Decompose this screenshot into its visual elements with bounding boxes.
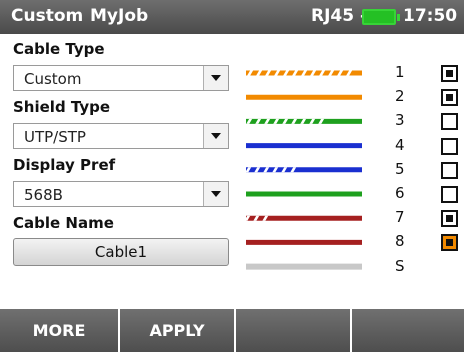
wire-number-2: 2: [395, 87, 405, 106]
wire-number-6: 6: [395, 184, 405, 202]
dropdown-button[interactable]: [203, 182, 228, 206]
wire-checkbox-8[interactable]: [441, 234, 458, 252]
display-pref-value: 568B: [24, 186, 63, 204]
shield-type-label: Shield Type: [13, 98, 111, 116]
cable-name-label: Cable Name: [13, 214, 114, 232]
wire-number-4: 4: [395, 135, 405, 154]
clock: 17:50: [403, 6, 458, 26]
cable-type-value: Custom: [24, 70, 82, 88]
wire-checkbox-2[interactable]: [441, 89, 458, 107]
connector-label: RJ45 -: [311, 6, 368, 26]
wire-number-8: 8: [395, 232, 405, 251]
chevron-down-icon: [211, 191, 221, 197]
wire-number-7: 7: [395, 208, 405, 227]
softkey-3[interactable]: [236, 309, 352, 352]
dropdown-button[interactable]: [203, 124, 228, 148]
wire-checkbox-6[interactable]: [441, 186, 458, 203]
mode-label: Custom: [11, 6, 84, 26]
shield-type-select[interactable]: UTP/STP: [13, 123, 229, 149]
shield-type-value: UTP/STP: [24, 128, 86, 146]
cable-type-select[interactable]: Custom: [13, 65, 229, 91]
chevron-down-icon: [211, 75, 221, 81]
display-pref-select[interactable]: 568B: [13, 181, 229, 207]
wire-number-1: 1: [395, 63, 405, 81]
wire-checkbox-7[interactable]: [441, 210, 458, 228]
softkey-bar: MORE APPLY: [0, 309, 464, 352]
cable-name-button[interactable]: Cable1: [13, 238, 229, 266]
softkey-4[interactable]: [352, 309, 464, 352]
status-bar: Custom MyJob RJ45 - 17:50: [0, 0, 464, 34]
job-name: MyJob: [90, 6, 149, 26]
wire-checkbox-4[interactable]: [441, 137, 458, 155]
wire-number-3: 3: [395, 111, 405, 130]
wire-checkbox-5[interactable]: [441, 161, 458, 179]
dropdown-button[interactable]: [203, 66, 228, 90]
battery-full-icon: [362, 9, 400, 25]
wire-checkbox-1[interactable]: [441, 65, 458, 82]
wire-checkbox-3[interactable]: [441, 113, 458, 131]
cable-type-label: Cable Type: [13, 40, 105, 58]
wire-number-S: S: [395, 256, 405, 275]
display-pref-label: Display Pref: [13, 156, 116, 174]
chevron-down-icon: [211, 133, 221, 139]
more-button[interactable]: MORE: [0, 309, 120, 352]
apply-button[interactable]: APPLY: [120, 309, 236, 352]
wire-map: [246, 70, 362, 270]
wire-number-5: 5: [395, 159, 405, 178]
